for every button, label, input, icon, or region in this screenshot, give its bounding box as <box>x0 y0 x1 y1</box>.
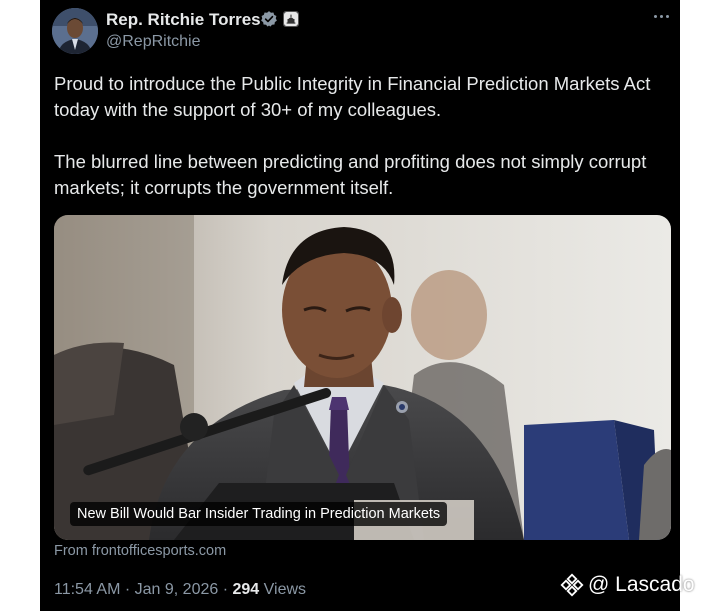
author-display-name[interactable]: Rep. Ritchie Torres <box>106 10 261 30</box>
avatar[interactable] <box>52 8 98 54</box>
tweet-paragraph: Proud to introduce the Public Integrity … <box>54 73 651 120</box>
tweet-card: Rep. Ritchie Torres @RepRitchie Proud to… <box>40 0 680 611</box>
views-count: 294 <box>232 581 260 598</box>
verified-badge-icon <box>261 11 277 27</box>
link-preview-card[interactable]: New Bill Would Bar Insider Trading in Pr… <box>54 215 671 540</box>
tweet-timestamp[interactable]: 11:54 AM · Jan 9, 2026 · <box>54 581 232 598</box>
more-dot <box>665 14 669 18</box>
watermark-text: @ Lascado <box>588 573 695 596</box>
author-handle[interactable]: @RepRitchie <box>106 33 201 51</box>
more-dot <box>659 14 663 18</box>
article-photo <box>54 215 671 540</box>
binance-diamond-icon <box>560 573 584 597</box>
tweet-text: Proud to introduce the Public Integrity … <box>54 71 666 201</box>
views-label: Views <box>259 581 307 598</box>
government-affiliate-icon[interactable] <box>283 11 299 27</box>
article-headline: New Bill Would Bar Insider Trading in Pr… <box>70 502 448 526</box>
more-options-icon[interactable] <box>650 10 672 22</box>
watermark: @ Lascado <box>560 571 695 599</box>
tweet-meta: 11:54 AM · Jan 9, 2026 · 294 Views <box>54 581 306 599</box>
link-source[interactable]: From frontofficesports.com <box>54 543 226 559</box>
avatar-image <box>52 8 98 54</box>
more-dot <box>653 14 657 18</box>
tweet-paragraph: The blurred line between predicting and … <box>54 151 647 198</box>
